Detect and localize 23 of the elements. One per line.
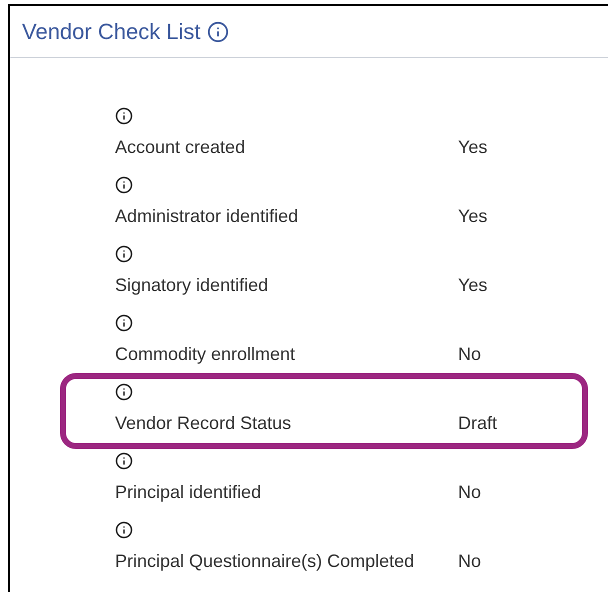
item-value: Draft — [458, 412, 498, 435]
item-value: Yes — [458, 274, 488, 297]
info-icon[interactable] — [115, 383, 133, 401]
info-icon[interactable] — [115, 452, 133, 470]
info-icon[interactable] — [115, 245, 133, 263]
item-value: No — [458, 481, 482, 504]
info-icon[interactable] — [115, 176, 133, 194]
item-label: Commodity enrollment — [115, 343, 296, 366]
item-label: Account created — [115, 136, 246, 159]
item-label: Principal identified — [115, 481, 262, 504]
item-label: Vendor Record Status — [115, 412, 292, 435]
info-icon[interactable] — [115, 521, 133, 539]
info-icon[interactable] — [115, 314, 133, 332]
item-value: Yes — [458, 136, 488, 159]
item-label: Principal Questionnaire(s) Completed — [115, 550, 416, 573]
item-label: Signatory identified — [115, 274, 270, 297]
item-value: No — [458, 550, 482, 573]
item-value: No — [458, 343, 482, 366]
info-icon[interactable] — [206, 20, 229, 42]
item-value: Yes — [458, 205, 488, 228]
panel-title: Vendor Check List — [22, 18, 201, 46]
item-label: Administrator identified — [115, 205, 300, 228]
info-icon[interactable] — [115, 107, 133, 125]
